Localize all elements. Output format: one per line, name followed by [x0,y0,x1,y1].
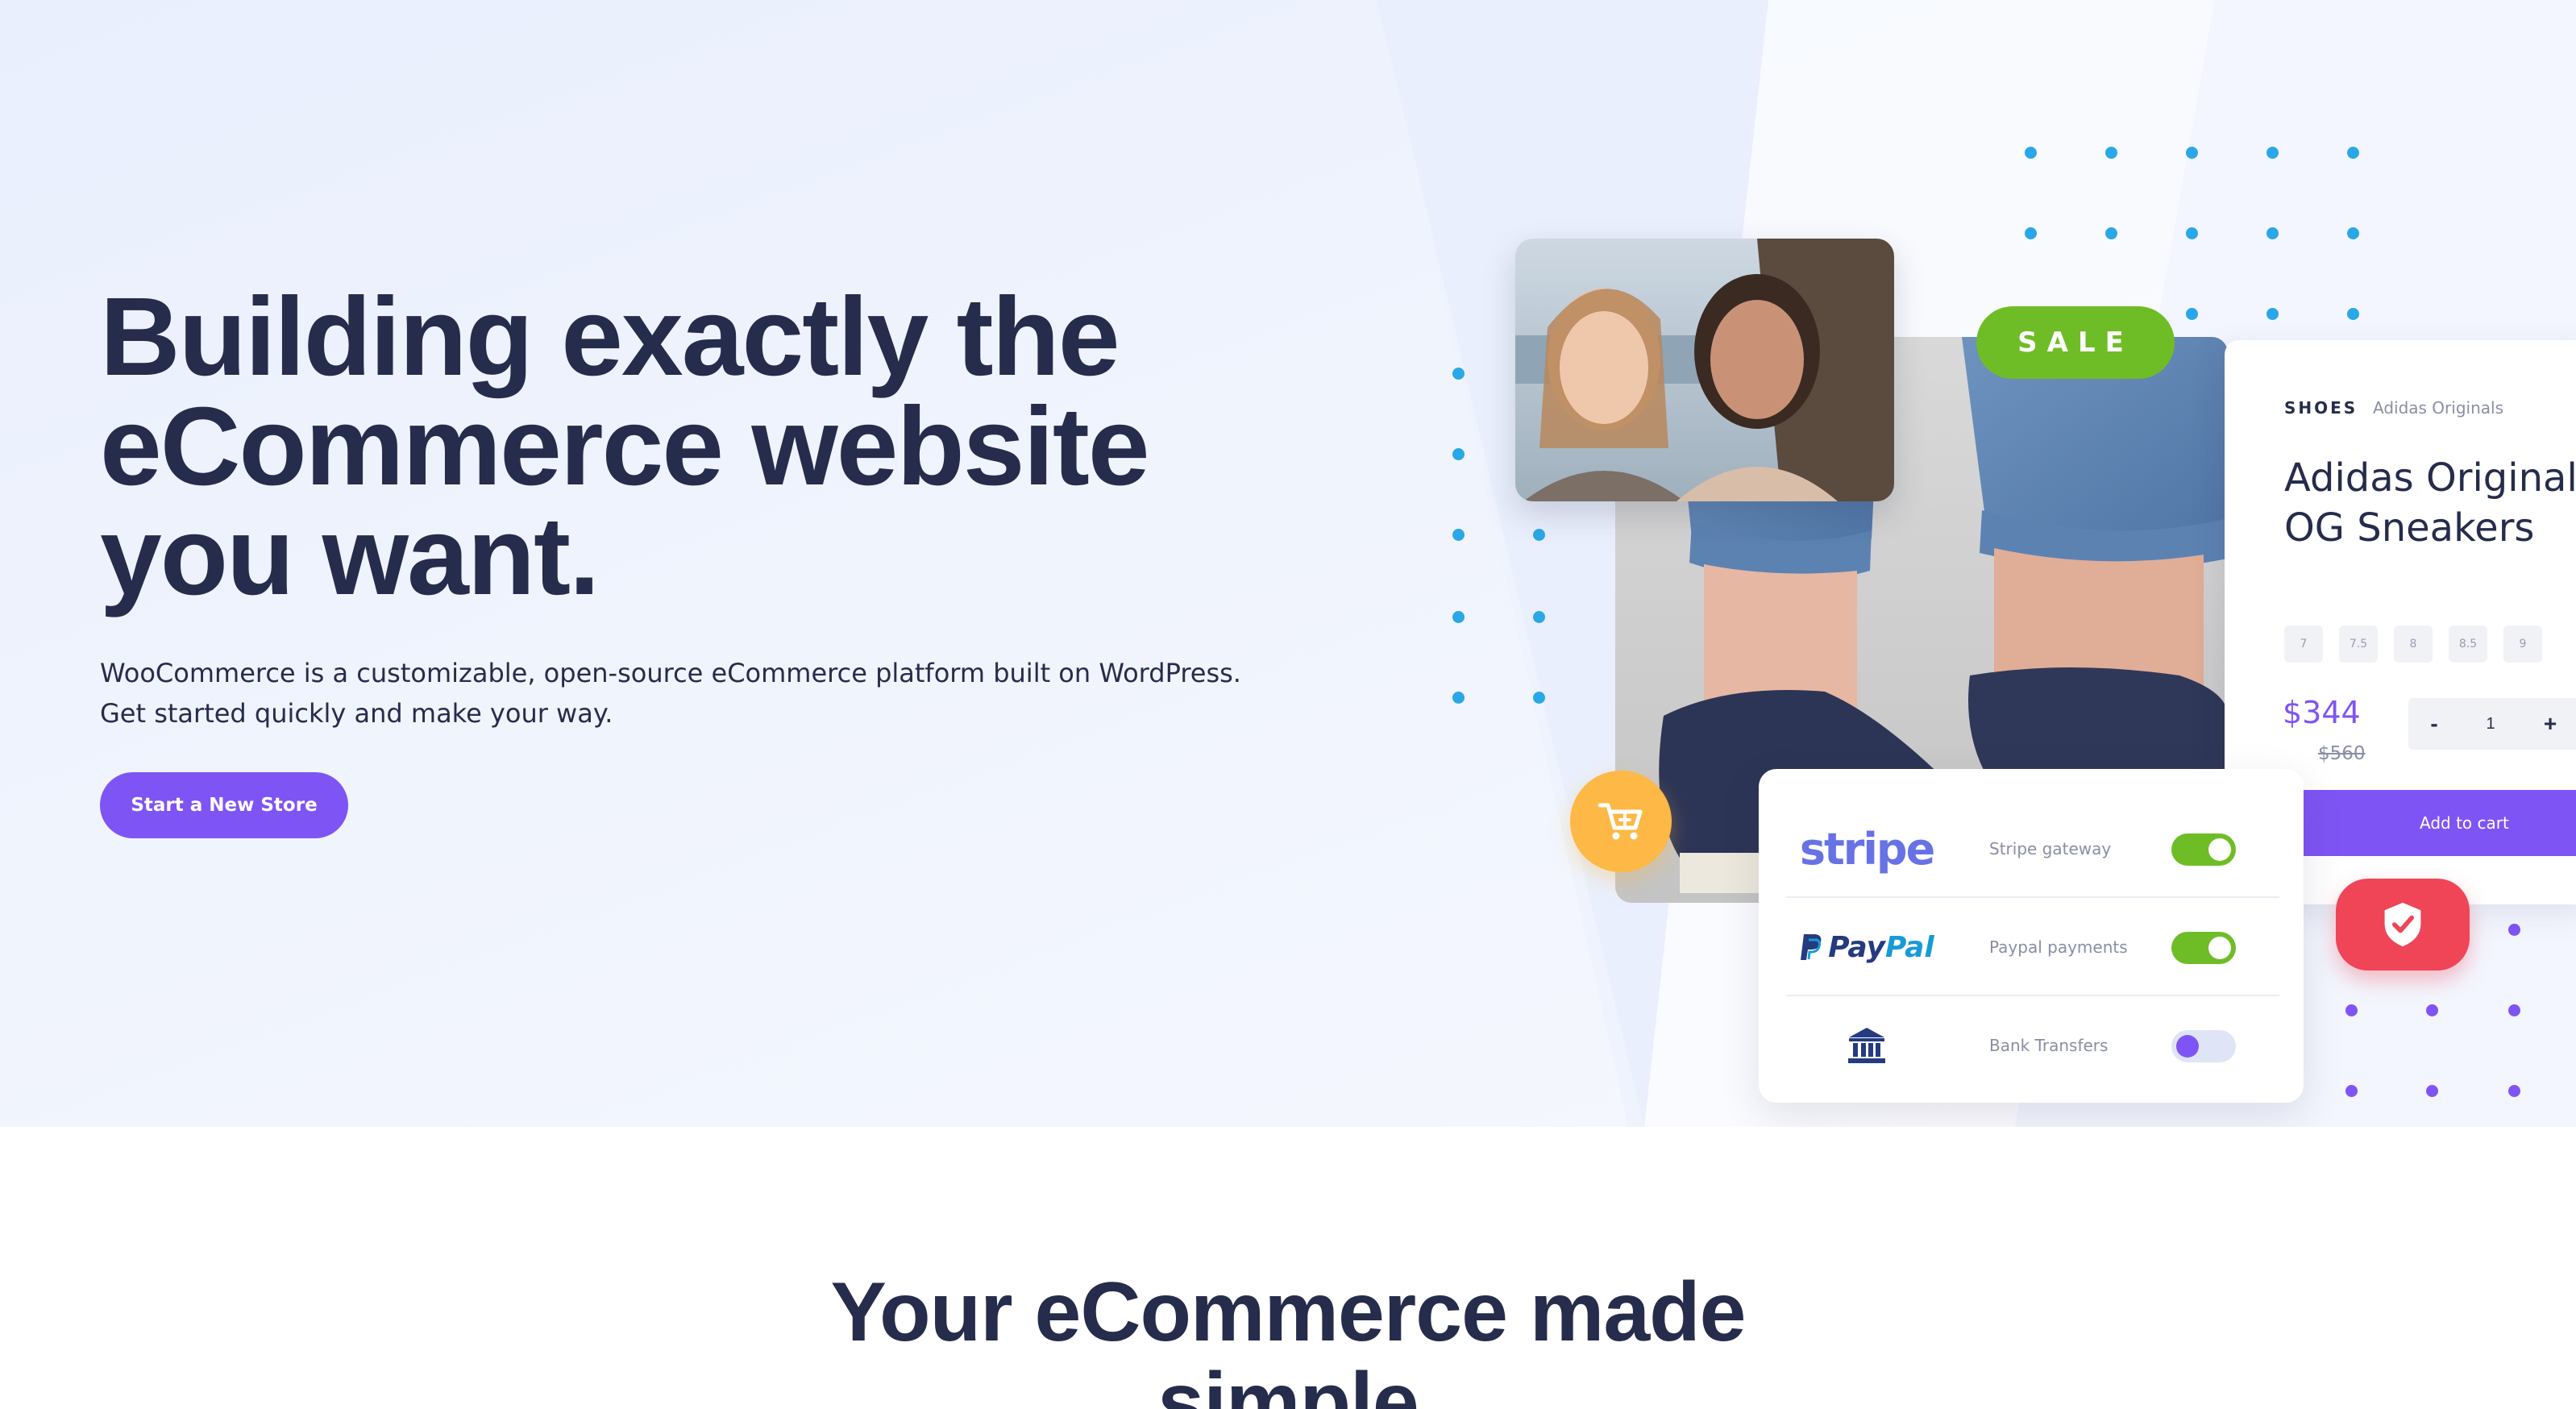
decor-dot [1533,611,1545,623]
decor-dot [2508,1004,2520,1016]
payment-methods-card: stripe Stripe gateway PayPal Paypal paym… [1759,769,2304,1103]
decor-dot [2105,227,2117,239]
start-new-store-button[interactable]: Start a New Store [100,772,348,838]
decor-dot [2186,308,2198,320]
size-option[interactable]: 7 [2284,626,2323,663]
quantity-decrease-button[interactable]: - [2421,706,2447,742]
decor-dot [2347,147,2359,159]
decor-dot [2347,308,2359,320]
decor-dot [2105,147,2117,159]
toggle-knob [2176,1035,2199,1058]
hero-headline: Building exactly the eCommerce website y… [100,275,1150,618]
decor-dot [2266,147,2279,159]
payment-row-bank: Bank Transfers [1786,996,2279,1095]
paypal-logo: PayPal [1786,898,1947,996]
size-option[interactable]: 8.5 [2449,626,2487,663]
decor-dot [2508,1085,2520,1097]
product-old-price: $560 [2318,743,2366,764]
size-selector: 7 7.5 8 8.5 9 [2284,626,2542,663]
shield-check-icon [2336,879,2470,971]
decor-dot [2025,147,2037,159]
decor-dot [1533,529,1545,541]
decor-dot [2426,1085,2438,1097]
decor-dot [1452,368,1465,380]
product-title: Adidas Originals OG Sneakers [2284,453,2576,553]
hero-section: Building exactly the eCommerce website y… [0,0,2576,1127]
paypal-icon [1801,934,1822,960]
product-title-line: OG Sneakers [2284,505,2535,551]
product-brand: Adidas Originals [2373,398,2503,418]
toggle-knob [2208,838,2231,861]
size-option[interactable]: 7.5 [2339,626,2378,663]
quantity-increase-button[interactable]: + [2537,706,2563,742]
paypal-logo-pal: Pal [1885,930,1934,964]
decor-dot [2508,924,2520,936]
payment-row-stripe: stripe Stripe gateway [1786,800,2279,898]
product-category: SHOES [2284,398,2358,418]
stripe-toggle[interactable] [2171,833,2236,866]
decor-dot [2426,1004,2438,1016]
add-to-cart-button[interactable]: Add to cart [2305,790,2576,856]
stripe-logo-text: stripe [1799,823,1935,875]
cart-plus-icon [1570,771,1672,872]
section-title: Your eCommerce made simple [830,1266,1746,1409]
bank-transfer-toggle[interactable] [2171,1030,2236,1062]
customers-photo [1515,239,1894,501]
quantity-value[interactable]: 1 [2474,706,2507,742]
product-price: $344 [2283,695,2361,730]
decor-dot [1533,692,1545,704]
decor-dot [2025,227,2037,239]
product-title-line: Adidas Originals [2284,455,2576,501]
decor-dot [2186,227,2198,239]
decor-dot [2345,1004,2358,1016]
decor-dot [2345,1085,2358,1097]
payment-label: Stripe gateway [1989,839,2112,858]
toggle-knob [2208,937,2231,959]
decor-dot [1452,692,1465,704]
paypal-logo-pay: Pay [1828,930,1885,964]
decor-dot [1452,529,1465,541]
size-option[interactable]: 9 [2503,626,2542,663]
decor-dot [2266,227,2279,239]
decor-dot [2266,308,2279,320]
decor-dot [1452,611,1465,623]
quantity-stepper: - 1 + [2408,698,2576,750]
payment-label: Paypal payments [1989,937,2128,957]
sale-badge: SALE [1976,306,2175,379]
stripe-logo: stripe [1786,800,1947,898]
paypal-logo-text: PayPal [1828,931,1934,964]
bank-icon [1786,996,1947,1095]
paypal-toggle[interactable] [2171,932,2236,964]
payment-label: Bank Transfers [1989,1036,2109,1055]
decor-dot [2186,147,2198,159]
size-option[interactable]: 8 [2394,626,2433,663]
payment-row-paypal: PayPal Paypal payments [1786,898,2279,996]
decor-dot [2347,227,2359,239]
decor-dot [1452,448,1465,460]
hero-description: WooCommerce is a customizable, open-sour… [100,658,1241,729]
